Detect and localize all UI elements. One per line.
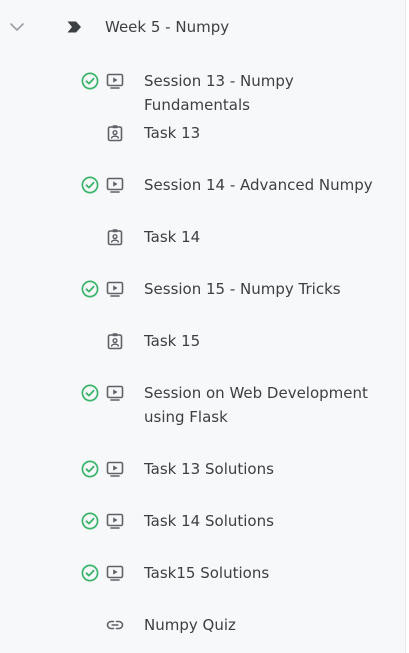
lesson-item[interactable]: Session 14 - Advanced Numpy bbox=[0, 158, 406, 210]
lesson-item-label: Task15 Solutions bbox=[144, 564, 270, 582]
course-outline-panel: Week 5 - Numpy Session 13 - Numpy Fundam… bbox=[0, 0, 406, 653]
lesson-list: Session 13 - Numpy Fundamentals Task 13 Se… bbox=[0, 54, 406, 650]
lesson-item[interactable]: Task 13 Solutions bbox=[0, 442, 406, 494]
lesson-item-label: Session on Web Development using Flask bbox=[144, 384, 368, 426]
week-title: Week 5 - Numpy bbox=[105, 18, 230, 36]
chevron-down-icon[interactable] bbox=[8, 18, 26, 36]
lesson-item[interactable]: Session 15 - Numpy Tricks bbox=[0, 262, 406, 314]
lesson-item-label: Task 15 bbox=[144, 332, 201, 350]
lesson-item[interactable]: Task 13 bbox=[0, 106, 406, 158]
lesson-item-label: Session 14 - Advanced Numpy bbox=[144, 176, 373, 194]
lesson-item[interactable]: Task 14 bbox=[0, 210, 406, 262]
video-icon bbox=[106, 176, 124, 194]
completed-check-icon bbox=[81, 564, 99, 582]
video-icon bbox=[106, 384, 124, 402]
video-icon bbox=[106, 280, 124, 298]
lesson-item-label: Task 13 bbox=[144, 124, 201, 142]
lesson-item-label: Session 15 - Numpy Tricks bbox=[144, 280, 341, 298]
video-icon bbox=[106, 72, 124, 90]
lesson-item[interactable]: Task 14 Solutions bbox=[0, 494, 406, 546]
completed-check-icon bbox=[81, 176, 99, 194]
video-icon bbox=[106, 512, 124, 530]
completed-check-icon bbox=[81, 72, 99, 90]
lesson-item[interactable]: Task15 Solutions bbox=[0, 546, 406, 598]
lesson-item-label: Task 14 Solutions bbox=[144, 512, 274, 530]
lesson-item[interactable]: Session on Web Development using Flask bbox=[0, 366, 406, 442]
lesson-item-label: Task 14 bbox=[144, 228, 201, 246]
assignment-icon bbox=[106, 228, 124, 246]
assignment-icon bbox=[106, 124, 124, 142]
lesson-item-label: Numpy Quiz bbox=[144, 616, 236, 634]
completed-check-icon bbox=[81, 512, 99, 530]
lesson-item-label: Task 13 Solutions bbox=[144, 460, 274, 478]
completed-check-icon bbox=[81, 460, 99, 478]
week-header[interactable]: Week 5 - Numpy bbox=[0, 0, 406, 54]
completed-check-icon bbox=[81, 280, 99, 298]
lesson-item[interactable]: Task 15 bbox=[0, 314, 406, 366]
lesson-item[interactable]: Session 13 - Numpy Fundamentals bbox=[0, 54, 406, 114]
tag-icon bbox=[66, 19, 82, 35]
assignment-icon bbox=[106, 332, 124, 350]
link-icon bbox=[106, 616, 124, 634]
lesson-item[interactable]: Numpy Quiz bbox=[0, 598, 406, 650]
video-icon bbox=[106, 460, 124, 478]
completed-check-icon bbox=[81, 384, 99, 402]
video-icon bbox=[106, 564, 124, 582]
